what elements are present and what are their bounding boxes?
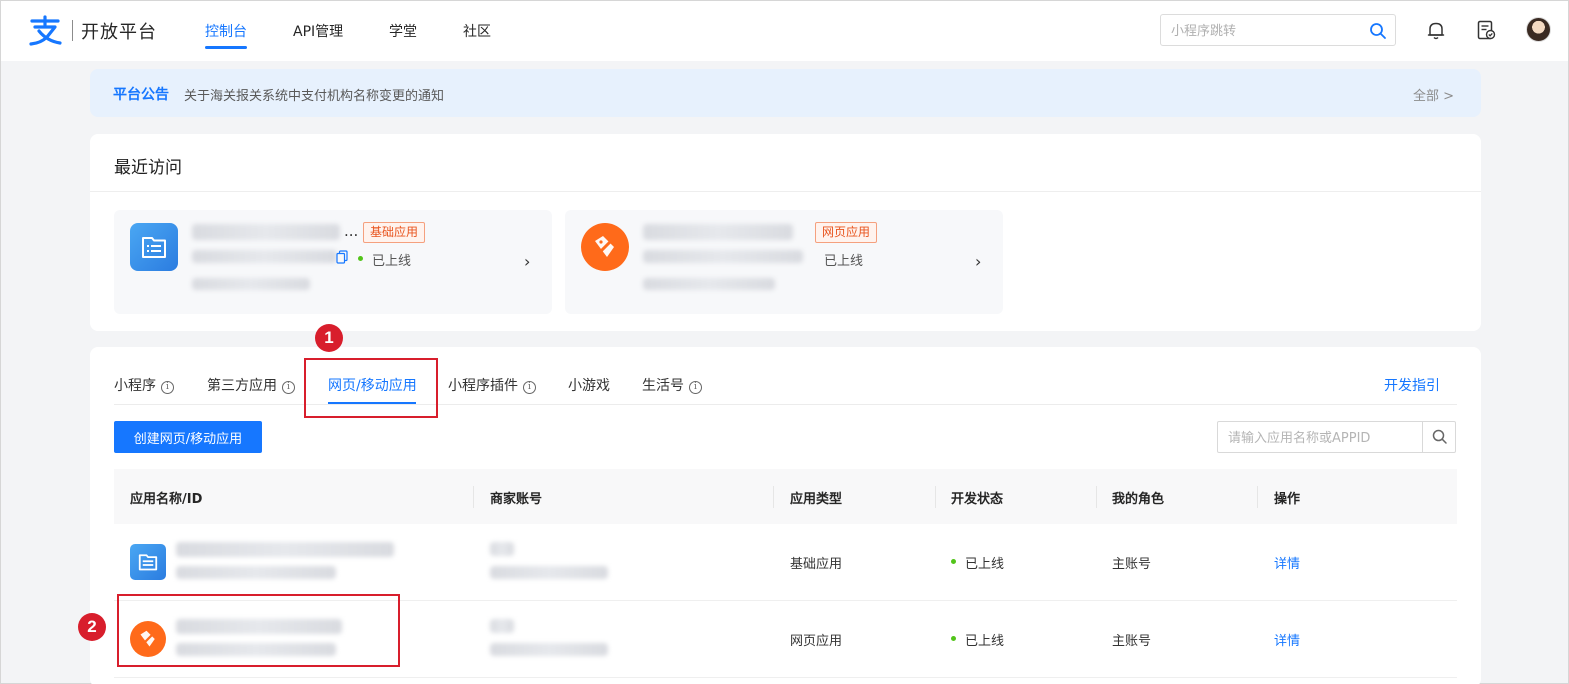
tab-label: 小程序 [114, 378, 156, 394]
column-my-role: 我的角色 [1112, 492, 1165, 507]
bell-icon[interactable] [1425, 19, 1447, 41]
tab-miniprogram[interactable]: 小程序 i [114, 375, 174, 395]
app-meta-redacted [192, 278, 310, 290]
dev-status: 已上线 [965, 557, 1005, 572]
app-id-redacted [643, 250, 803, 263]
app-search-button[interactable] [1422, 422, 1455, 452]
column-merchant-account: 商家账号 [490, 492, 543, 507]
app-name-redacted [643, 224, 793, 240]
app-id-redacted [192, 250, 337, 263]
search-icon [1432, 429, 1447, 444]
merchant-account-redacted [490, 643, 608, 656]
chevron-right-icon[interactable]: › [975, 252, 981, 271]
column-divider [1257, 486, 1258, 508]
web-app-icon-glyph [593, 235, 617, 259]
tab-life-account[interactable]: 生活号 i [642, 375, 702, 395]
app-name-ellipsis: ... [344, 222, 359, 240]
announcement-message[interactable]: 关于海关报关系统中支付机构名称变更的通知 [184, 85, 444, 104]
tab-mini-game[interactable]: 小游戏 [568, 375, 610, 395]
table-row: 基础应用 已上线 主账号 详情 [114, 524, 1457, 601]
logo-divider [72, 20, 73, 41]
merchant-name-redacted [490, 619, 514, 633]
column-app-name: 应用名称/ID [130, 492, 203, 507]
merchant-name-redacted [490, 542, 514, 556]
tab-label: 生活号 [642, 378, 684, 394]
details-link[interactable]: 详情 [1274, 630, 1300, 649]
recent-app-card[interactable]: ... 基础应用 已上线 › [114, 210, 552, 314]
document-check-icon[interactable] [1475, 19, 1497, 41]
callout-number-1: 1 [315, 324, 343, 352]
app-search-box [1217, 421, 1456, 453]
app-id-redacted [176, 566, 336, 579]
online-status-dot [951, 636, 956, 641]
column-dev-status: 开发状态 [951, 492, 1004, 507]
divider [90, 191, 1481, 192]
recent-visits-title: 最近访问 [114, 158, 182, 178]
nav-community[interactable]: 社区 [463, 21, 491, 41]
app-name-redacted [192, 224, 340, 240]
app-status: 已上线 [372, 254, 412, 269]
app-name-redacted [176, 542, 394, 557]
callout-box-web-app-row [117, 594, 400, 667]
info-icon[interactable]: i [282, 381, 295, 394]
info-icon[interactable]: i [523, 381, 536, 394]
tab-miniprogram-plugin[interactable]: 小程序插件 i [448, 375, 536, 395]
dev-status: 已上线 [965, 634, 1005, 649]
tab-third-party-app[interactable]: 第三方应用 i [207, 375, 295, 395]
apps-table-header: 应用名称/ID 商家账号 应用类型 开发状态 我的角色 操作 [114, 469, 1457, 524]
app-type-badge: 基础应用 [363, 222, 426, 243]
column-divider [935, 486, 936, 508]
column-app-type: 应用类型 [790, 492, 843, 507]
column-divider [773, 486, 774, 508]
info-icon[interactable]: i [689, 381, 702, 394]
app-status: 已上线 [824, 254, 864, 269]
platform-name[interactable]: 开放平台 [81, 18, 157, 44]
dev-guide-link[interactable]: 开发指引 [1384, 375, 1440, 395]
app-type: 基础应用 [790, 557, 843, 572]
column-actions: 操作 [1274, 492, 1301, 507]
callout-number-2: 2 [78, 613, 106, 641]
app-list-icon [130, 223, 178, 271]
my-role: 主账号 [1112, 557, 1152, 572]
app-list-icon-glyph [138, 554, 158, 571]
app-list-icon [130, 544, 166, 580]
recent-app-card[interactable]: 网页应用 已上线 › [565, 210, 1003, 314]
recent-visits-card: 最近访问 ... 基础应用 已上线 › 网页应用 已上线 › [90, 134, 1481, 331]
platform-announcement-bar: 平台公告 关于海关报关系统中支付机构名称变更的通知 全部 > [90, 69, 1481, 117]
web-app-icon [581, 223, 629, 271]
search-icon[interactable] [1369, 22, 1387, 40]
app-meta-redacted [643, 278, 775, 290]
callout-box-web-mobile-tab [304, 358, 438, 418]
nav-academy[interactable]: 学堂 [389, 21, 417, 41]
tab-label: 小程序插件 [448, 378, 518, 394]
view-all-announcements-link[interactable]: 全部 > [1413, 85, 1454, 104]
nav-console[interactable]: 控制台 [205, 21, 247, 41]
online-status-dot [951, 559, 956, 564]
miniprogram-jump-search [1160, 14, 1396, 46]
column-divider [1096, 486, 1097, 508]
copy-icon[interactable] [336, 250, 348, 264]
app-type: 网页应用 [790, 634, 843, 649]
nav-api-management[interactable]: API管理 [293, 21, 343, 41]
avatar[interactable] [1526, 17, 1551, 42]
online-status-dot [358, 256, 363, 261]
chevron-right-icon[interactable]: › [524, 252, 530, 271]
announcement-tag: 平台公告 [113, 87, 169, 103]
nav-active-indicator [205, 46, 247, 49]
column-divider [473, 486, 474, 508]
app-type-badge: 网页应用 [815, 222, 878, 243]
merchant-account-redacted [490, 566, 608, 579]
tab-label: 第三方应用 [207, 378, 277, 394]
miniprogram-jump-input[interactable] [1171, 21, 1361, 41]
details-link[interactable]: 详情 [1274, 553, 1300, 572]
info-icon[interactable]: i [161, 381, 174, 394]
tab-label: 小游戏 [568, 378, 610, 394]
my-role: 主账号 [1112, 634, 1152, 649]
alipay-logo-icon[interactable] [27, 15, 63, 47]
app-list-icon-glyph [142, 237, 166, 258]
create-web-mobile-app-button[interactable]: 创建网页/移动应用 [114, 421, 262, 453]
app-search-input[interactable] [1228, 428, 1416, 448]
top-navigation-bar: 开放平台 控制台 API管理 学堂 社区 [1, 1, 1568, 61]
